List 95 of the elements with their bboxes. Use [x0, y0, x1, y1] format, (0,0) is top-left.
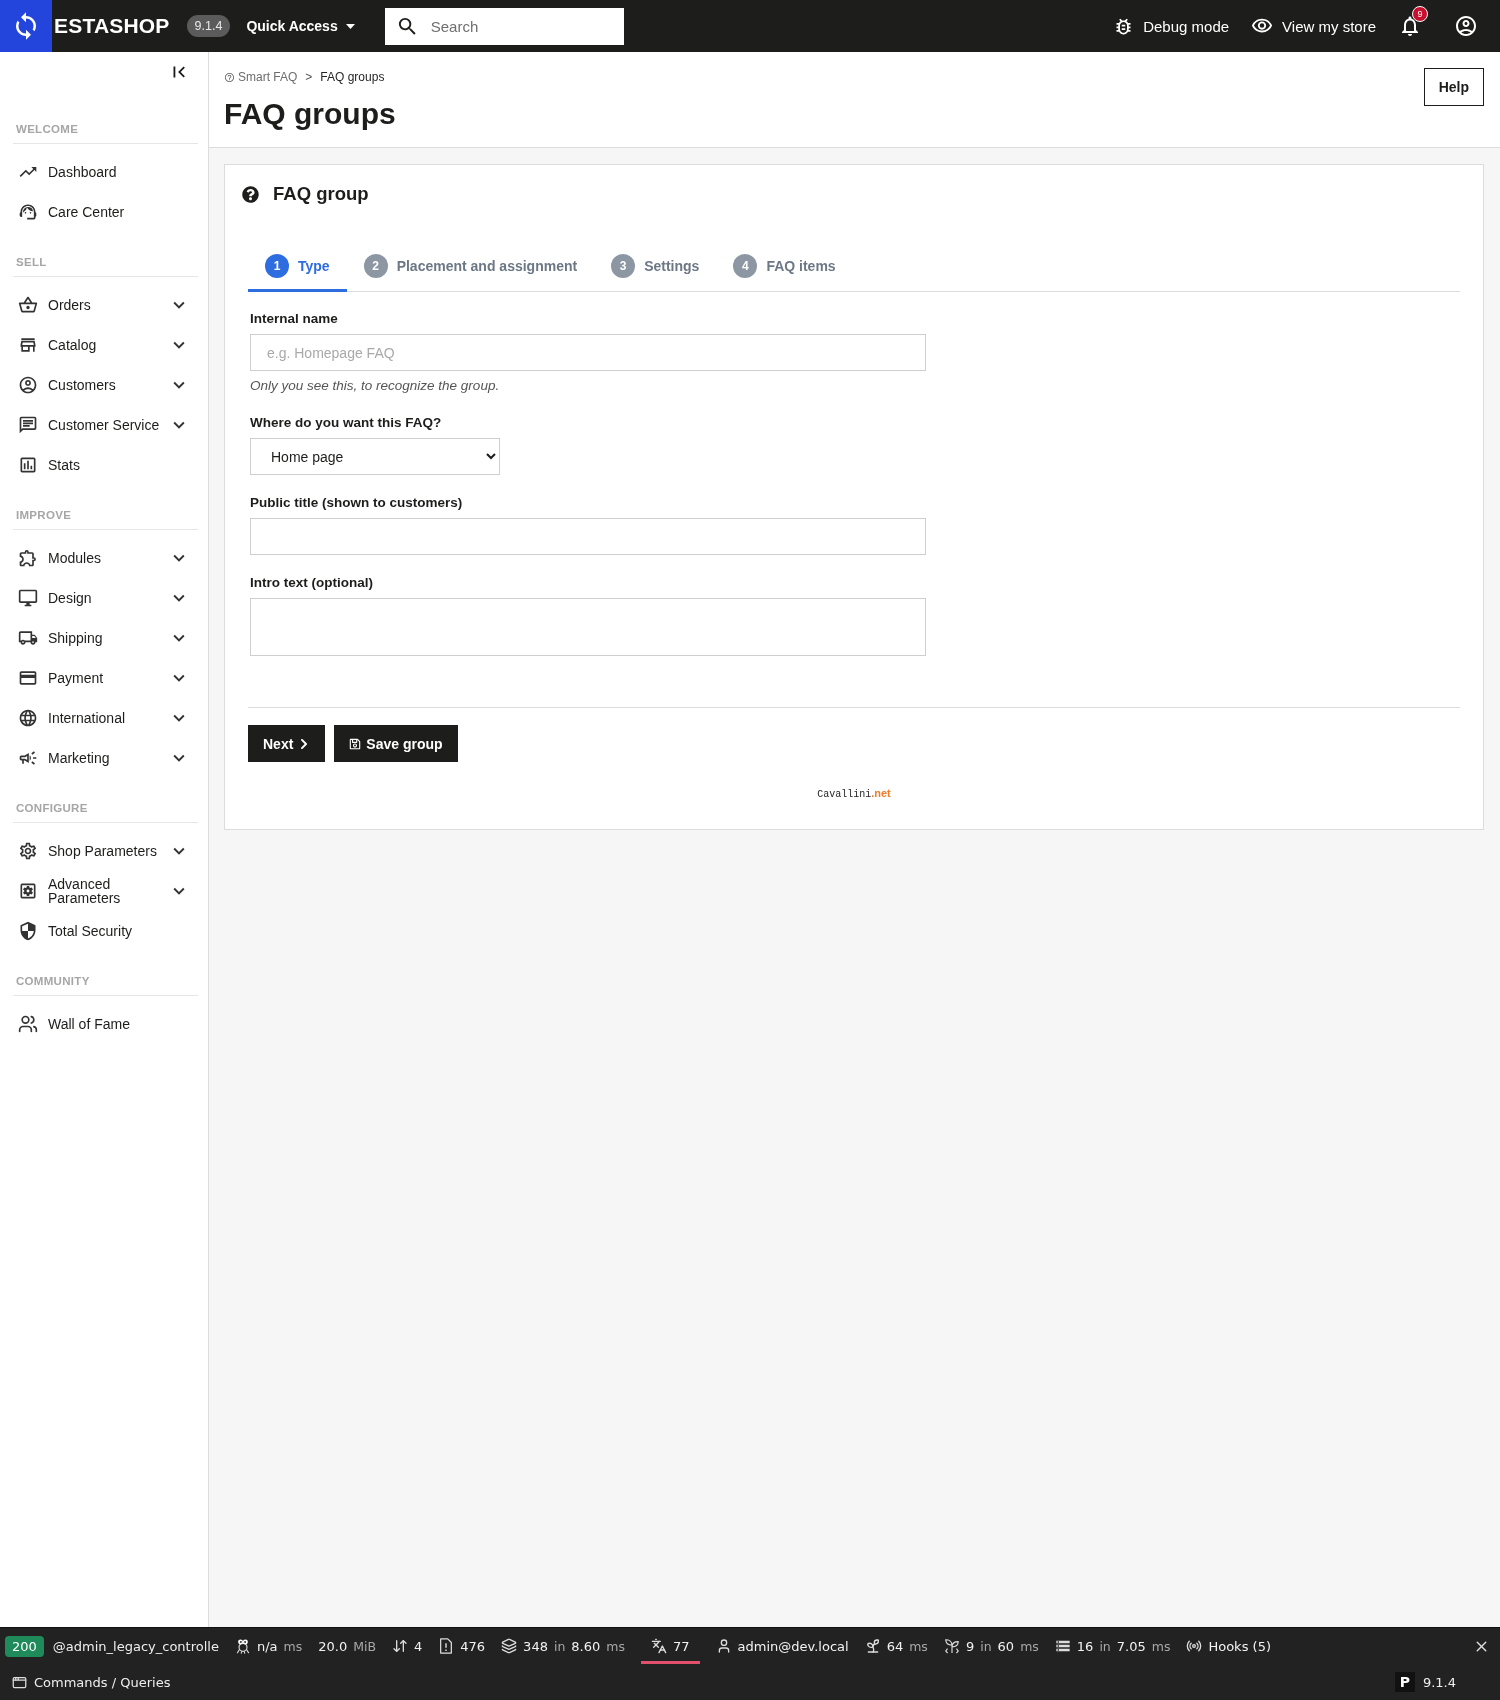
toolbar-metric[interactable]: 9 in 60 ms [943, 1628, 1039, 1664]
breadcrumb-link[interactable]: Smart FAQ [224, 69, 298, 85]
step-number: 2 [363, 253, 388, 278]
step-tab[interactable]: 2 Placement and assignment [346, 242, 595, 292]
view-store-link[interactable]: View my store [1251, 15, 1376, 37]
sidebar-item[interactable]: International [13, 698, 198, 738]
sidebar-item[interactable]: Wall of Fame [13, 1004, 198, 1044]
sprout-icon [864, 1638, 881, 1654]
up-down-arrows-icon [392, 1638, 408, 1654]
chat-icon [18, 415, 38, 435]
globe-icon [18, 708, 38, 728]
sidebar-item[interactable]: Total Security [13, 911, 198, 951]
toolbar-metric[interactable]: 64 ms [864, 1628, 928, 1664]
quick-access-button[interactable]: Quick Access [246, 18, 355, 34]
sidebar-item[interactable]: Marketing [13, 738, 198, 778]
server-stack-icon [1054, 1638, 1071, 1654]
toolbar-metric[interactable]: Hooks (5) [1186, 1628, 1271, 1664]
credit-link[interactable]: Cavallini.net [817, 786, 891, 802]
sidebar-item[interactable]: Modules [13, 538, 198, 578]
shield-icon [18, 921, 38, 941]
window-icon [12, 1674, 27, 1690]
toolbar-metric[interactable]: 348 in 8.60 ms [501, 1628, 625, 1664]
section-heading: IMPROVE [13, 505, 198, 530]
help-text: Only you see this, to recognize the group. [250, 377, 501, 395]
field-label: Internal name [250, 310, 339, 328]
status-badge: 200 [5, 1635, 44, 1657]
toolbar-metric[interactable]: 77 [641, 1628, 700, 1664]
toolbar-metric[interactable]: 16 in 7.05 ms [1054, 1628, 1171, 1664]
route-name: @admin_legacy_controlle [52, 1638, 219, 1654]
text-input[interactable] [250, 518, 926, 555]
step-number: 3 [611, 253, 636, 278]
breadcrumb-current: FAQ groups [320, 69, 385, 85]
section-heading: WELCOME [13, 119, 198, 144]
toolbar-metric[interactable]: n/a ms [234, 1628, 303, 1664]
translate-icon [651, 1638, 667, 1654]
section-heading: SELL [13, 252, 198, 277]
logo-icon[interactable] [0, 0, 52, 52]
people-icon [18, 1014, 38, 1034]
sidebar-item[interactable]: Customer Service [13, 405, 198, 445]
sidebar-item[interactable]: Catalog [13, 325, 198, 365]
select-field[interactable]: Home page [250, 438, 500, 475]
commands-link[interactable]: Commands / Queries [12, 1674, 171, 1690]
broadcast-icon [1186, 1638, 1203, 1654]
step-number: 4 [733, 253, 758, 278]
puzzle-icon [18, 548, 38, 568]
logo-text: ESTASHOP [54, 14, 170, 38]
toolbar-metric[interactable]: 476 [438, 1628, 486, 1664]
toolbar-metric[interactable]: 20.0 MiB [318, 1628, 376, 1664]
next-button[interactable]: Next [248, 725, 326, 762]
field-label: Where do you want this FAQ? [250, 414, 443, 432]
monitor-icon [18, 588, 38, 608]
sidebar-item[interactable]: Orders [13, 285, 198, 325]
field-label: Public title (shown to customers) [250, 494, 464, 512]
field-label: Intro text (optional) [250, 574, 374, 592]
save-button[interactable]: Save group [334, 725, 458, 762]
step-tab[interactable]: 1 Type [248, 242, 347, 292]
breadcrumb-separator: > [305, 69, 313, 85]
help-button[interactable]: Help [1423, 68, 1484, 106]
file-alert-icon [438, 1638, 455, 1654]
sidebar-item[interactable]: Care Center [13, 192, 198, 232]
sidebar-item[interactable]: Stats [13, 445, 198, 485]
card-title: FAQ group [273, 183, 369, 205]
sidebar-item[interactable]: Customers [13, 365, 198, 405]
toolbar-metric[interactable]: admin@dev.local [715, 1628, 849, 1664]
textarea-field[interactable] [250, 598, 926, 656]
step-tab[interactable]: 3 Settings [594, 242, 717, 292]
basket-icon [18, 295, 38, 315]
section-heading: CONFIGURE [13, 798, 198, 823]
layers-icon [501, 1638, 518, 1654]
text-input[interactable]: e.g. Homepage FAQ [250, 334, 926, 371]
store-icon [18, 335, 38, 355]
search-field[interactable]: Search [384, 7, 624, 45]
version-badge: 9.1.4 [186, 15, 231, 37]
toolbar-metric[interactable]: 4 [392, 1628, 423, 1664]
sidebar-item[interactable]: Advanced Parameters [13, 871, 198, 911]
notification-badge: 9 [1412, 6, 1428, 22]
version-text: 9.1.4 [1422, 1674, 1456, 1690]
sidebar-item[interactable]: Shop Parameters [13, 831, 198, 871]
settings-icon [18, 841, 38, 861]
sidebar-item[interactable]: Dashboard [13, 152, 198, 192]
caret-down-icon [345, 23, 355, 29]
sidebar-item[interactable]: Design [13, 578, 198, 618]
credit-card-icon [18, 668, 38, 688]
step-number: 1 [265, 253, 289, 278]
sidebar-item[interactable]: Shipping [13, 618, 198, 658]
creature-icon [234, 1638, 251, 1654]
debug-mode-link[interactable]: Debug mode [1113, 15, 1230, 37]
bar-chart-icon [18, 455, 38, 475]
headset-icon [18, 202, 38, 222]
page-title: FAQ groups [224, 96, 396, 132]
sidebar-item[interactable]: Payment [13, 658, 198, 698]
logo-badge: P [1394, 1672, 1415, 1692]
sprout-arrows-icon [943, 1638, 960, 1654]
step-tab[interactable]: 4 FAQ items [716, 242, 853, 292]
section-heading: COMMUNITY [13, 971, 198, 996]
